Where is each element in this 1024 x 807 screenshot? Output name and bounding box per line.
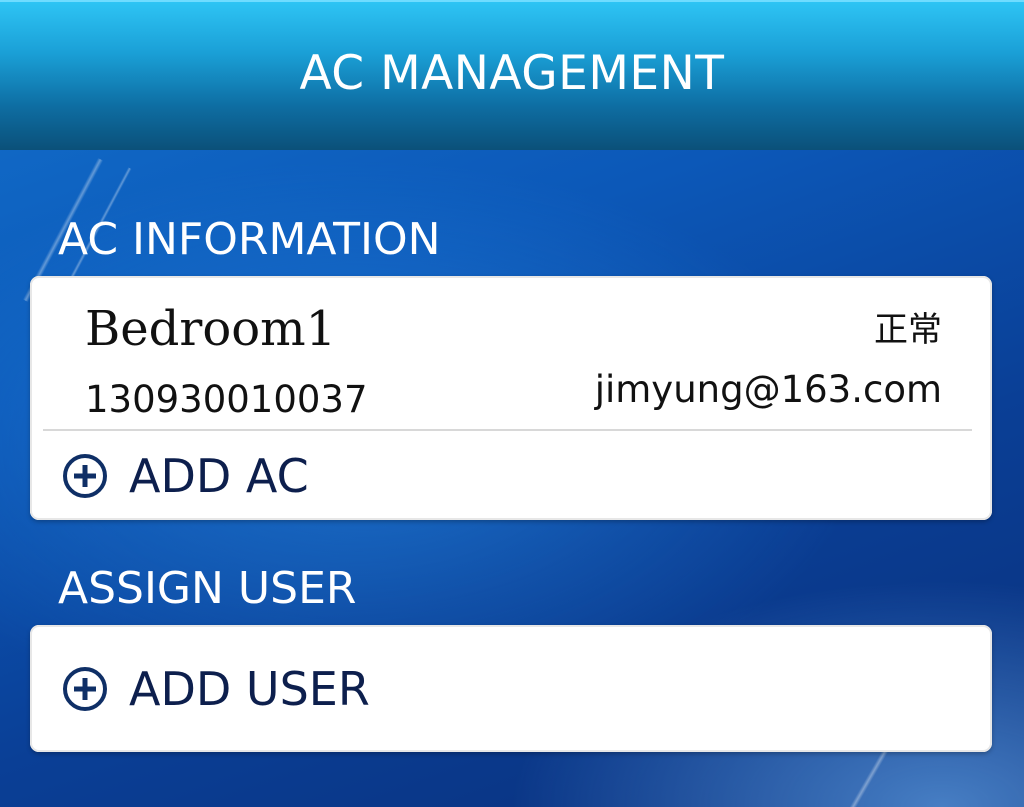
ac-name: Bedroom1 [85, 301, 337, 357]
add-user-button[interactable]: ADD USER [30, 625, 992, 752]
assign-user-card: ADD USER [30, 625, 992, 752]
add-user-label: ADD USER [129, 661, 370, 716]
plus-circle-icon [63, 453, 107, 498]
page-title: AC MANAGEMENT [299, 45, 725, 101]
ac-information-card: Bedroom1 正常 130930010037 jimyung@163.com… [30, 276, 992, 520]
ac-list-item[interactable]: Bedroom1 正常 130930010037 jimyung@163.com [30, 276, 992, 431]
ac-status: 正常 [874, 310, 942, 350]
add-ac-button[interactable]: ADD AC [30, 431, 992, 520]
ac-information-heading: AC INFORMATION [58, 214, 441, 265]
ac-serial-number: 130930010037 [85, 378, 368, 421]
add-ac-label: ADD AC [129, 448, 309, 503]
plus-circle-icon [63, 666, 107, 711]
assign-user-heading: ASSIGN USER [58, 563, 357, 614]
app-header: AC MANAGEMENT [0, 0, 1024, 150]
ac-owner-email: jimyung@163.com [594, 368, 942, 411]
